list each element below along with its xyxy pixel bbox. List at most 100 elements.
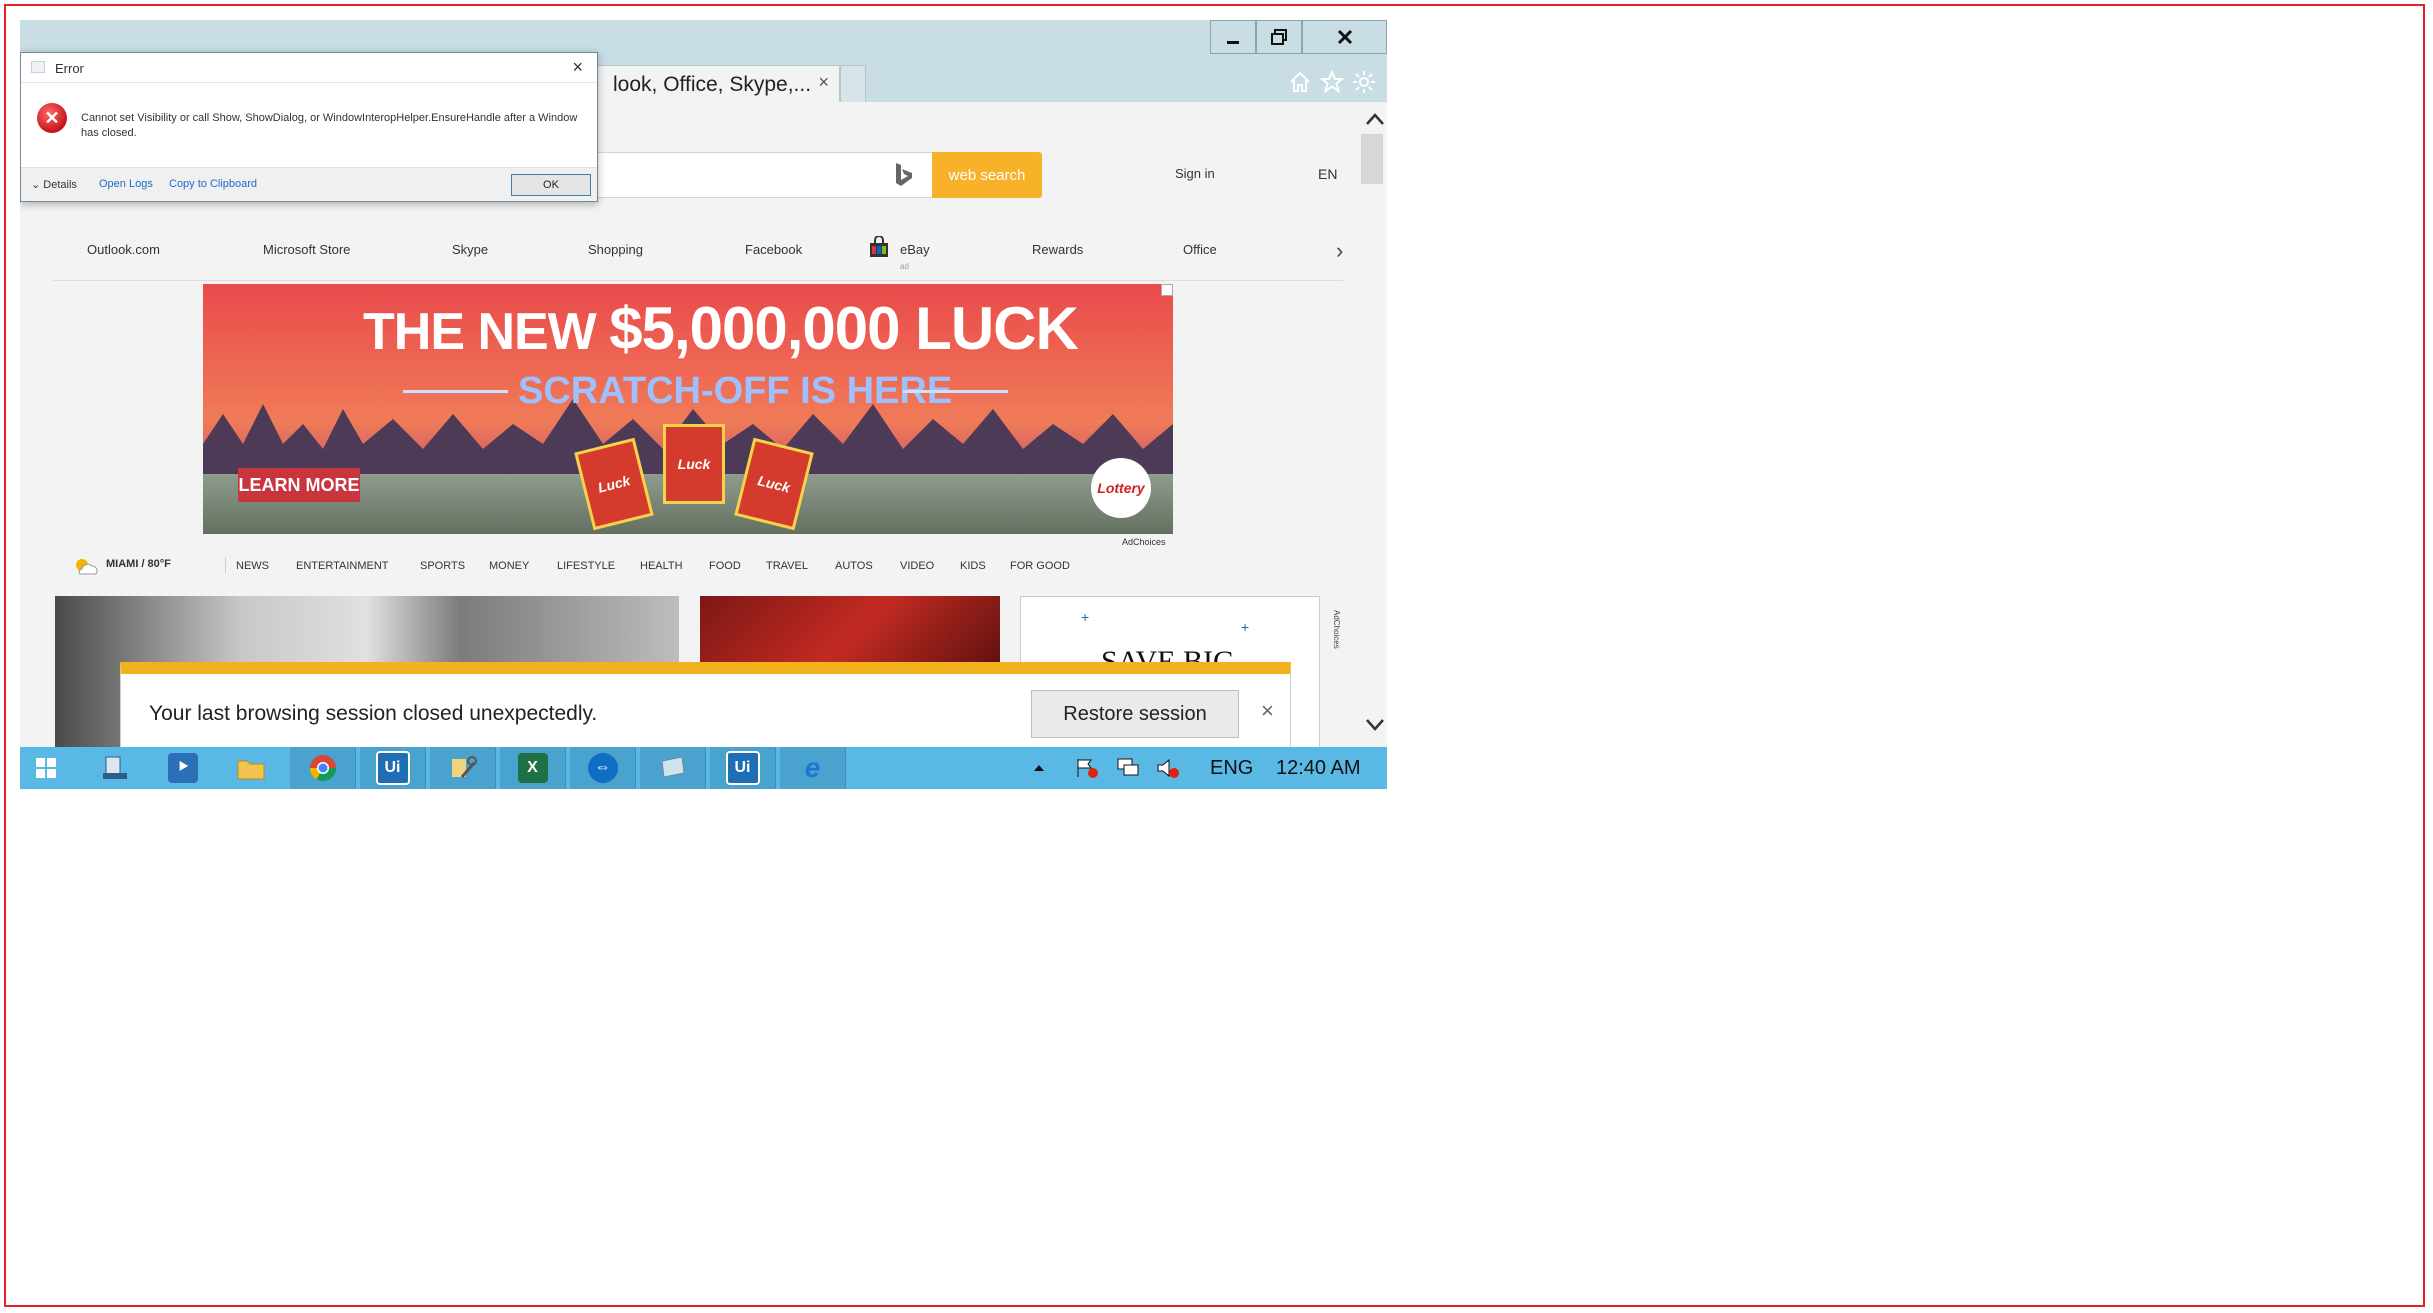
adchoices-label[interactable]: AdChoices bbox=[1122, 537, 1166, 547]
weather-label[interactable]: MIAMI / 80°F bbox=[106, 558, 171, 570]
bing-icon bbox=[896, 163, 912, 186]
nav-lifestyle[interactable]: LIFESTYLE bbox=[557, 560, 615, 572]
ebay-label: eBay bbox=[900, 242, 930, 257]
folder-icon bbox=[237, 760, 265, 780]
gear-icon[interactable] bbox=[1352, 70, 1376, 94]
uipath-robot-icon: Ui bbox=[725, 751, 760, 785]
restore-down-icon bbox=[1271, 29, 1287, 45]
start-button[interactable] bbox=[20, 747, 72, 789]
quick-links: Outlook.com Microsoft Store Skype Shoppi… bbox=[20, 236, 1340, 271]
scroll-up-icon[interactable] bbox=[1364, 110, 1386, 128]
links-divider bbox=[53, 280, 1343, 281]
nav-for-good[interactable]: FOR GOOD bbox=[1010, 560, 1070, 572]
ad-headline-main: $5,000,000 LUCK bbox=[609, 295, 1079, 362]
link-rewards[interactable]: Rewards bbox=[1032, 242, 1083, 257]
lottery-logo: Lottery bbox=[1091, 458, 1151, 518]
taskbar-uipath-robot[interactable]: Ui bbox=[710, 747, 776, 789]
link-outlook[interactable]: Outlook.com bbox=[87, 242, 160, 257]
language-selector[interactable]: EN bbox=[1318, 166, 1337, 182]
link-shopping[interactable]: Shopping bbox=[588, 242, 643, 257]
adchoices-icon[interactable] bbox=[1161, 284, 1173, 296]
web-search-button[interactable]: web search bbox=[932, 152, 1042, 198]
network-icon[interactable] bbox=[1116, 757, 1140, 779]
copy-to-clipboard-link[interactable]: Copy to Clipboard bbox=[169, 178, 257, 190]
dialog-footer: ⌄ Details Open Logs Copy to Clipboard OK bbox=[21, 167, 597, 201]
windows-icon bbox=[36, 758, 56, 778]
nav-news[interactable]: NEWS bbox=[236, 560, 269, 572]
chevron-right-icon[interactable]: › bbox=[1336, 238, 1343, 264]
minimize-icon bbox=[1227, 41, 1239, 44]
scratch-tickets: Luck Luck Luck bbox=[574, 424, 833, 531]
taskbar-powershell[interactable]: ⯈ bbox=[150, 747, 216, 789]
restore-down-button[interactable] bbox=[1256, 20, 1302, 54]
volume-muted-icon[interactable] bbox=[1156, 757, 1180, 779]
details-toggle[interactable]: ⌄ Details bbox=[31, 178, 77, 191]
minimize-button[interactable] bbox=[1210, 20, 1256, 54]
nav-sports[interactable]: SPORTS bbox=[420, 560, 465, 572]
scrollbar-thumb[interactable] bbox=[1361, 134, 1383, 184]
nav-autos[interactable]: AUTOS bbox=[835, 560, 873, 572]
remote-desktop-icon bbox=[660, 756, 685, 778]
taskbar-tools[interactable] bbox=[430, 747, 496, 789]
lottery-ad-banner[interactable]: THE NEW $5,000,000 LUCK SCRATCH-OFF IS H… bbox=[203, 284, 1173, 534]
vertical-scrollbar[interactable] bbox=[1356, 102, 1387, 766]
nav-video[interactable]: VIDEO bbox=[900, 560, 934, 572]
show-hidden-icons-icon[interactable] bbox=[1033, 763, 1045, 773]
ebay-ad-label: ad bbox=[900, 262, 909, 271]
toolbar-icons bbox=[1288, 70, 1376, 94]
link-microsoft-store[interactable]: Microsoft Store bbox=[263, 242, 350, 257]
taskbar-chrome[interactable] bbox=[290, 747, 356, 789]
nav-separator bbox=[225, 557, 226, 573]
taskbar-excel[interactable]: X bbox=[500, 747, 566, 789]
nav-food[interactable]: FOOD bbox=[709, 560, 741, 572]
ad-subline: SCRATCH-OFF IS HERE bbox=[518, 370, 953, 412]
nav-money[interactable]: MONEY bbox=[489, 560, 529, 572]
restore-message: Your last browsing session closed unexpe… bbox=[149, 702, 598, 725]
nav-travel[interactable]: TRAVEL bbox=[766, 560, 808, 572]
ad-headline-prefix: THE NEW bbox=[363, 303, 610, 361]
ok-button[interactable]: OK bbox=[511, 174, 591, 196]
nav-health[interactable]: HEALTH bbox=[640, 560, 683, 572]
adchoices-vertical-label[interactable]: AdChoices bbox=[1332, 610, 1341, 649]
taskbar-server-manager[interactable] bbox=[82, 747, 148, 789]
ticket-right: Luck bbox=[734, 437, 814, 531]
dialog-title: Error bbox=[55, 61, 84, 76]
restore-close-button[interactable]: × bbox=[1261, 698, 1274, 724]
link-office[interactable]: Office bbox=[1183, 242, 1217, 257]
home-icon[interactable] bbox=[1288, 70, 1312, 94]
open-logs-link[interactable]: Open Logs bbox=[99, 178, 153, 190]
taskbar-file-explorer[interactable] bbox=[218, 747, 284, 789]
window-icon bbox=[31, 61, 45, 73]
dialog-close-button[interactable]: × bbox=[572, 57, 583, 78]
nav-entertainment[interactable]: ENTERTAINMENT bbox=[296, 560, 389, 572]
details-label: Details bbox=[43, 179, 77, 191]
partly-sunny-icon bbox=[76, 559, 98, 575]
new-tab-button[interactable] bbox=[840, 65, 866, 103]
tab-close-button[interactable]: × bbox=[818, 72, 829, 93]
window-close-button[interactable] bbox=[1302, 20, 1387, 54]
tools-icon bbox=[451, 756, 477, 778]
excel-icon: X bbox=[517, 753, 548, 783]
internet-explorer-icon: e bbox=[804, 752, 821, 783]
taskbar-internet-explorer[interactable]: e bbox=[780, 747, 846, 789]
chevron-down-icon: ⌄ bbox=[31, 179, 41, 191]
plus-mark: + bbox=[1241, 619, 1250, 635]
link-skype[interactable]: Skype bbox=[452, 242, 488, 257]
link-facebook[interactable]: Facebook bbox=[745, 242, 802, 257]
error-icon: ✕ bbox=[37, 103, 67, 133]
error-message: Cannot set Visibility or call Show, Show… bbox=[81, 112, 578, 139]
scroll-down-icon[interactable] bbox=[1364, 716, 1386, 734]
uipath-studio-icon: Ui bbox=[375, 751, 410, 785]
taskbar-uipath-studio[interactable]: Ui bbox=[360, 747, 426, 789]
clock[interactable]: 12:40 AM bbox=[1276, 747, 1361, 789]
taskbar-remote-desktop[interactable] bbox=[640, 747, 706, 789]
input-language[interactable]: ENG bbox=[1210, 747, 1253, 789]
taskbar-teamviewer[interactable]: ⇔ bbox=[570, 747, 636, 789]
restore-session-button[interactable]: Restore session bbox=[1031, 690, 1239, 738]
nav-kids[interactable]: KIDS bbox=[960, 560, 986, 572]
action-center-icon[interactable] bbox=[1075, 757, 1099, 779]
sign-in-link[interactable]: Sign in bbox=[1175, 166, 1215, 181]
learn-more-button[interactable]: LEARN MORE bbox=[238, 468, 360, 502]
chrome-icon bbox=[309, 755, 336, 782]
star-icon[interactable] bbox=[1320, 70, 1344, 94]
